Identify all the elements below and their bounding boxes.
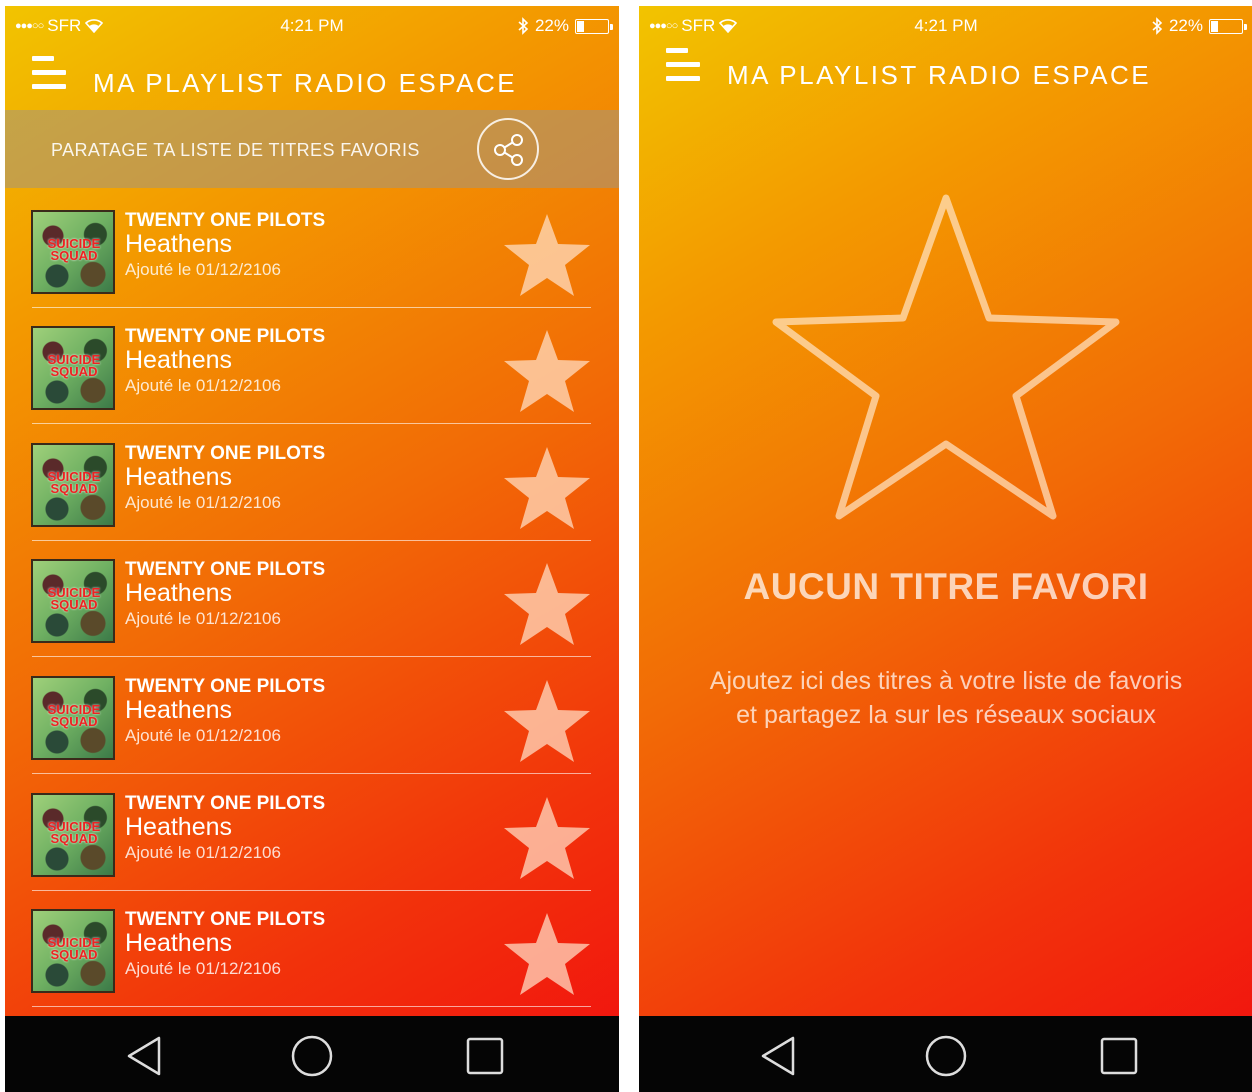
track-title: Heathens: [125, 929, 233, 957]
favorite-star-icon[interactable]: [502, 328, 592, 414]
empty-state-text: Ajoutez ici des titres à votre liste de …: [709, 667, 1183, 729]
list-item[interactable]: SUICIDE SQUAD TWENTY ONE PILOTS Heathens …: [5, 541, 619, 657]
share-icon[interactable]: [477, 118, 539, 180]
list-item[interactable]: SUICIDE SQUAD TWENTY ONE PILOTS Heathens …: [5, 775, 619, 891]
back-triangle-icon[interactable]: [123, 1034, 167, 1078]
track-artist: TWENTY ONE PILOTS: [125, 443, 326, 464]
track-artist: TWENTY ONE PILOTS: [125, 793, 326, 814]
battery-percent: 22%: [1168, 16, 1203, 35]
track-date: Ajouté le 01/12/2106: [125, 959, 281, 978]
track-date: Ajouté le 01/12/2106: [125, 726, 281, 745]
track-artist: TWENTY ONE PILOTS: [125, 210, 326, 231]
album-cover: SUICIDE SQUAD: [31, 326, 115, 410]
favorite-star-icon[interactable]: [502, 445, 592, 531]
share-label: PARATAGE TA LISTE DE TITRES FAVORIS: [51, 140, 420, 160]
track-artist: TWENTY ONE PILOTS: [125, 559, 326, 580]
battery-percent: 22%: [534, 16, 569, 35]
album-cover: SUICIDE SQUAD: [31, 909, 115, 993]
empty-playlist-screen: ●●●○○ SFR 4:21 PM 22% MA PLAYLIST RADIO …: [639, 6, 1252, 1092]
track-title: Heathens: [125, 230, 233, 258]
track-date: Ajouté le 01/12/2106: [125, 376, 281, 395]
list-item[interactable]: SUICIDE SQUAD TWENTY ONE PILOTS Heathens …: [5, 192, 619, 308]
playlist-screen: ●●●○○ SFR 4:21 PM 22% MA PLAYLIST RADIO …: [5, 6, 619, 1092]
track-title: Heathens: [125, 346, 233, 374]
list-item[interactable]: SUICIDE SQUAD TWENTY ONE PILOTS Heathens …: [5, 891, 619, 1007]
menu-icon[interactable]: [32, 56, 66, 90]
track-title: Heathens: [125, 813, 233, 841]
track-date: Ajouté le 01/12/2106: [125, 843, 281, 862]
list-item[interactable]: SUICIDE SQUAD TWENTY ONE PILOTS Heathens …: [5, 308, 619, 424]
favorite-star-icon[interactable]: [502, 795, 592, 881]
star-outline-icon: [772, 194, 1120, 520]
nav-bar: [5, 1016, 619, 1092]
track-artist: TWENTY ONE PILOTS: [125, 326, 326, 347]
home-circle-icon[interactable]: [924, 1034, 968, 1078]
battery-icon: [1209, 18, 1247, 34]
favorite-star-icon[interactable]: [502, 911, 592, 997]
track-artist: TWENTY ONE PILOTS: [125, 676, 326, 697]
track-title: Heathens: [125, 696, 233, 724]
track-date: Ajouté le 01/12/2106: [125, 493, 281, 512]
bluetooth-icon: [518, 17, 529, 35]
status-bar: ●●●○○ SFR 4:21 PM 22%: [5, 6, 619, 44]
album-cover: SUICIDE SQUAD: [31, 443, 115, 527]
album-cover: SUICIDE SQUAD: [31, 210, 115, 294]
list-item[interactable]: SUICIDE SQUAD TWENTY ONE PILOTS Heathens …: [5, 425, 619, 541]
share-bar[interactable]: PARATAGE TA LISTE DE TITRES FAVORIS: [5, 110, 619, 188]
menu-icon[interactable]: [666, 48, 700, 82]
app-header: MA PLAYLIST RADIO ESPACE: [639, 36, 1252, 102]
empty-state-title: AUCUN TITRE FAVORI: [743, 566, 1149, 607]
page-title: MA PLAYLIST RADIO ESPACE: [727, 60, 1152, 90]
recent-square-icon[interactable]: [463, 1034, 507, 1078]
battery-icon: [575, 18, 613, 34]
app-header: MA PLAYLIST RADIO ESPACE: [5, 44, 619, 110]
nav-bar: [639, 1016, 1252, 1092]
bluetooth-icon: [1152, 17, 1163, 35]
track-date: Ajouté le 01/12/2106: [125, 260, 281, 279]
album-cover: SUICIDE SQUAD: [31, 676, 115, 760]
list-item[interactable]: SUICIDE SQUAD TWENTY ONE PILOTS Heathens …: [5, 658, 619, 774]
album-cover: SUICIDE SQUAD: [31, 793, 115, 877]
home-circle-icon[interactable]: [290, 1034, 334, 1078]
back-triangle-icon[interactable]: [757, 1034, 801, 1078]
album-cover: SUICIDE SQUAD: [31, 559, 115, 643]
favorite-star-icon[interactable]: [502, 561, 592, 647]
track-artist: TWENTY ONE PILOTS: [125, 909, 326, 930]
track-date: Ajouté le 01/12/2106: [125, 609, 281, 628]
track-title: Heathens: [125, 579, 233, 607]
favorite-star-icon[interactable]: [502, 212, 592, 298]
favorite-star-icon[interactable]: [502, 678, 592, 764]
page-title: MA PLAYLIST RADIO ESPACE: [93, 68, 518, 98]
recent-square-icon[interactable]: [1097, 1034, 1141, 1078]
track-title: Heathens: [125, 463, 233, 491]
